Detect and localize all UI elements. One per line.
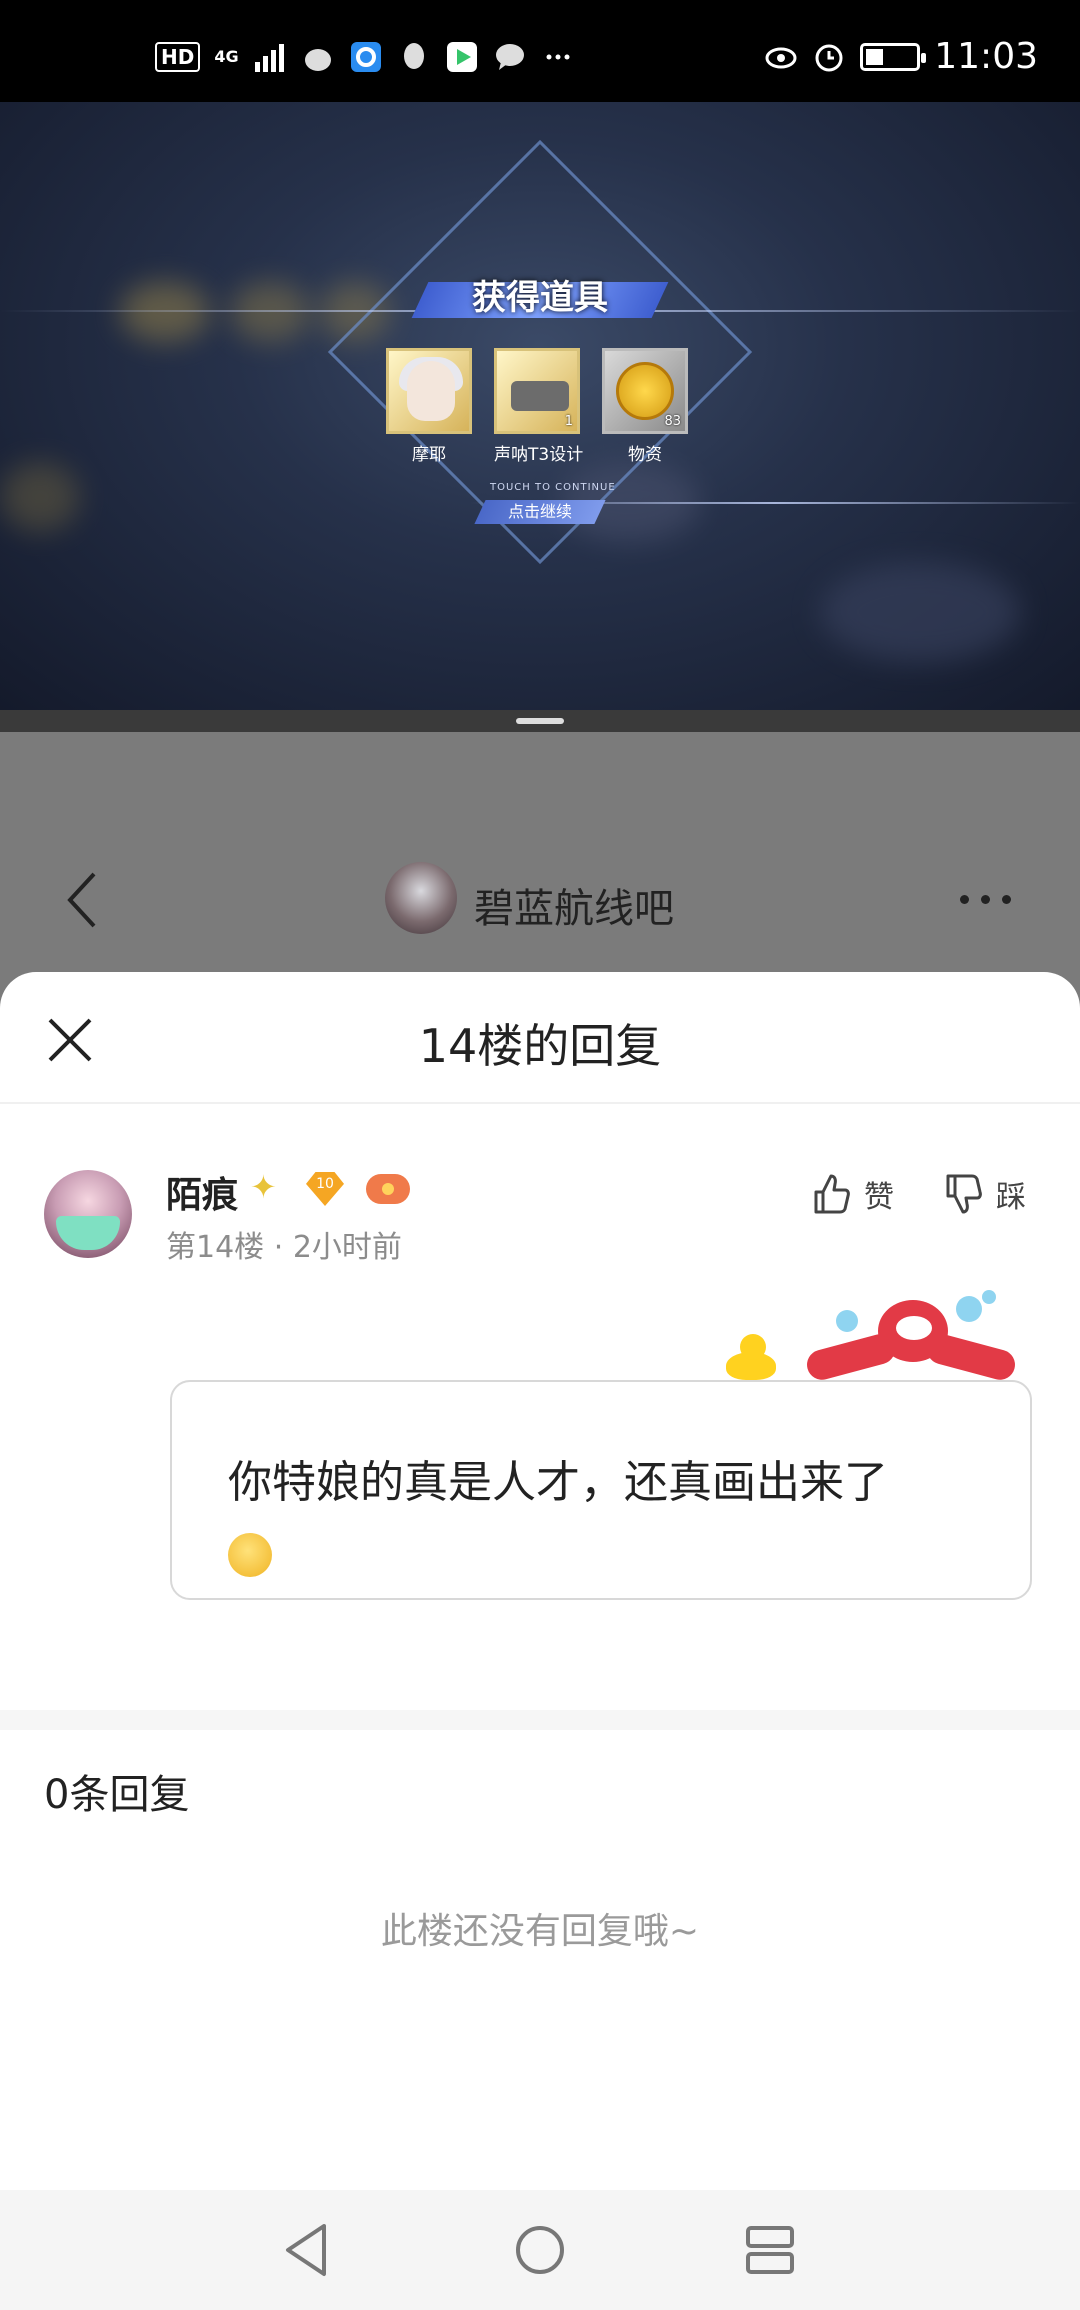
system-nav-bar — [0, 2190, 1080, 2310]
reward-title: 获得道具 — [472, 278, 608, 318]
thumbs-down-icon — [946, 1174, 982, 1214]
reply-count: 0条回复 — [44, 1772, 190, 1818]
floor-number: 第14楼 — [166, 1230, 265, 1265]
like-label: 赞 — [864, 1180, 894, 1215]
forum-avatar[interactable] — [385, 862, 457, 934]
dot-separator: · — [273, 1230, 293, 1265]
game-window[interactable]: 获得道具 摩耶 1 声呐T3设计 83 物资 TOUCH TO CONTINUE… — [0, 102, 1080, 710]
comment-content: 你特娘的真是人才，还真画出来了 — [228, 1448, 990, 1588]
continue-label[interactable]: 点击继续 — [480, 500, 600, 524]
sheet-title: 14楼的回复 — [418, 1019, 662, 1073]
nav-back-icon[interactable] — [276, 2218, 340, 2282]
split-drag-handle[interactable] — [516, 718, 564, 724]
comment-text: 你特娘的真是人才，还真画出来了 — [228, 1457, 888, 1508]
gamepad-badge-icon[interactable] — [366, 1174, 410, 1204]
clock: 11:03 — [934, 36, 1038, 77]
message-app-icon — [495, 44, 524, 70]
forum-name[interactable]: 碧蓝航线吧 — [474, 876, 674, 934]
signal-icon — [254, 44, 284, 72]
dislike-label: 踩 — [996, 1180, 1026, 1215]
touch-hint: TOUCH TO CONTINUE — [490, 482, 616, 493]
status-right-icons: 11:03 — [764, 36, 1038, 77]
status-left-icons: HD 4G — [155, 40, 575, 74]
smirk-emoji-icon — [228, 1533, 272, 1577]
reward-count: 1 — [564, 414, 573, 429]
dislike-button[interactable]: 踩 — [944, 1172, 1026, 1216]
octopus-decoration-icon — [803, 1290, 1019, 1390]
nav-recents-icon[interactable] — [738, 2218, 802, 2282]
character-portrait — [386, 348, 472, 434]
reward-item[interactable]: 83 物资 — [602, 348, 688, 465]
username[interactable]: 陌痕 — [166, 1166, 238, 1218]
browser-app-icon — [350, 42, 381, 72]
battery-icon — [860, 42, 927, 71]
reward-items: 摩耶 1 声呐T3设计 83 物资 — [386, 348, 688, 465]
bird-app-icon — [304, 49, 331, 71]
duck-decoration-icon — [726, 1334, 776, 1380]
reply-sheet: 14楼的回复 陌痕 ✦ 10 第14楼 · 2小时前 赞 踩 你特娘的真是人才，… — [0, 972, 1080, 2310]
nav-home-icon[interactable] — [508, 2218, 572, 2282]
post-meta: 第14楼 · 2小时前 — [166, 1222, 402, 1266]
reward-item[interactable]: 摩耶 — [386, 348, 472, 465]
supplies-coin-icon: 83 — [602, 348, 688, 434]
reward-item-label: 摩耶 — [412, 445, 446, 465]
sonar-design-icon: 1 — [494, 348, 580, 434]
reward-item-label: 物资 — [628, 445, 662, 465]
divider — [0, 1102, 1080, 1104]
reward-count: 83 — [664, 414, 681, 429]
split-divider[interactable] — [0, 710, 1080, 732]
reward-item[interactable]: 1 声呐T3设计 — [494, 348, 584, 465]
comment-bubble: 你特娘的真是人才，还真画出来了 — [170, 1380, 1032, 1600]
eye-comfort-icon — [765, 47, 797, 68]
section-divider — [0, 1710, 1080, 1730]
level-badge[interactable]: 10 — [306, 1172, 344, 1206]
hd-icon: HD — [155, 42, 201, 72]
post-time: 2小时前 — [292, 1230, 402, 1265]
more-notifications-icon — [546, 54, 570, 60]
video-app-icon — [446, 42, 477, 72]
reward-item-label: 声呐T3设计 — [494, 445, 584, 465]
alarm-icon — [815, 44, 843, 71]
back-arrow-icon[interactable] — [62, 870, 102, 930]
thumbs-up-icon — [814, 1174, 850, 1214]
empty-state-message: 此楼还没有回复哦~ — [380, 1911, 700, 1952]
more-options-icon[interactable] — [960, 884, 1024, 914]
network-type: 4G — [214, 47, 239, 66]
status-bar: HD 4G 11:03 — [0, 0, 1080, 102]
like-button[interactable]: 赞 — [812, 1172, 894, 1216]
qq-app-icon — [403, 43, 424, 69]
sparkle-icon: ✦ — [250, 1168, 277, 1206]
avatar[interactable] — [44, 1170, 132, 1258]
